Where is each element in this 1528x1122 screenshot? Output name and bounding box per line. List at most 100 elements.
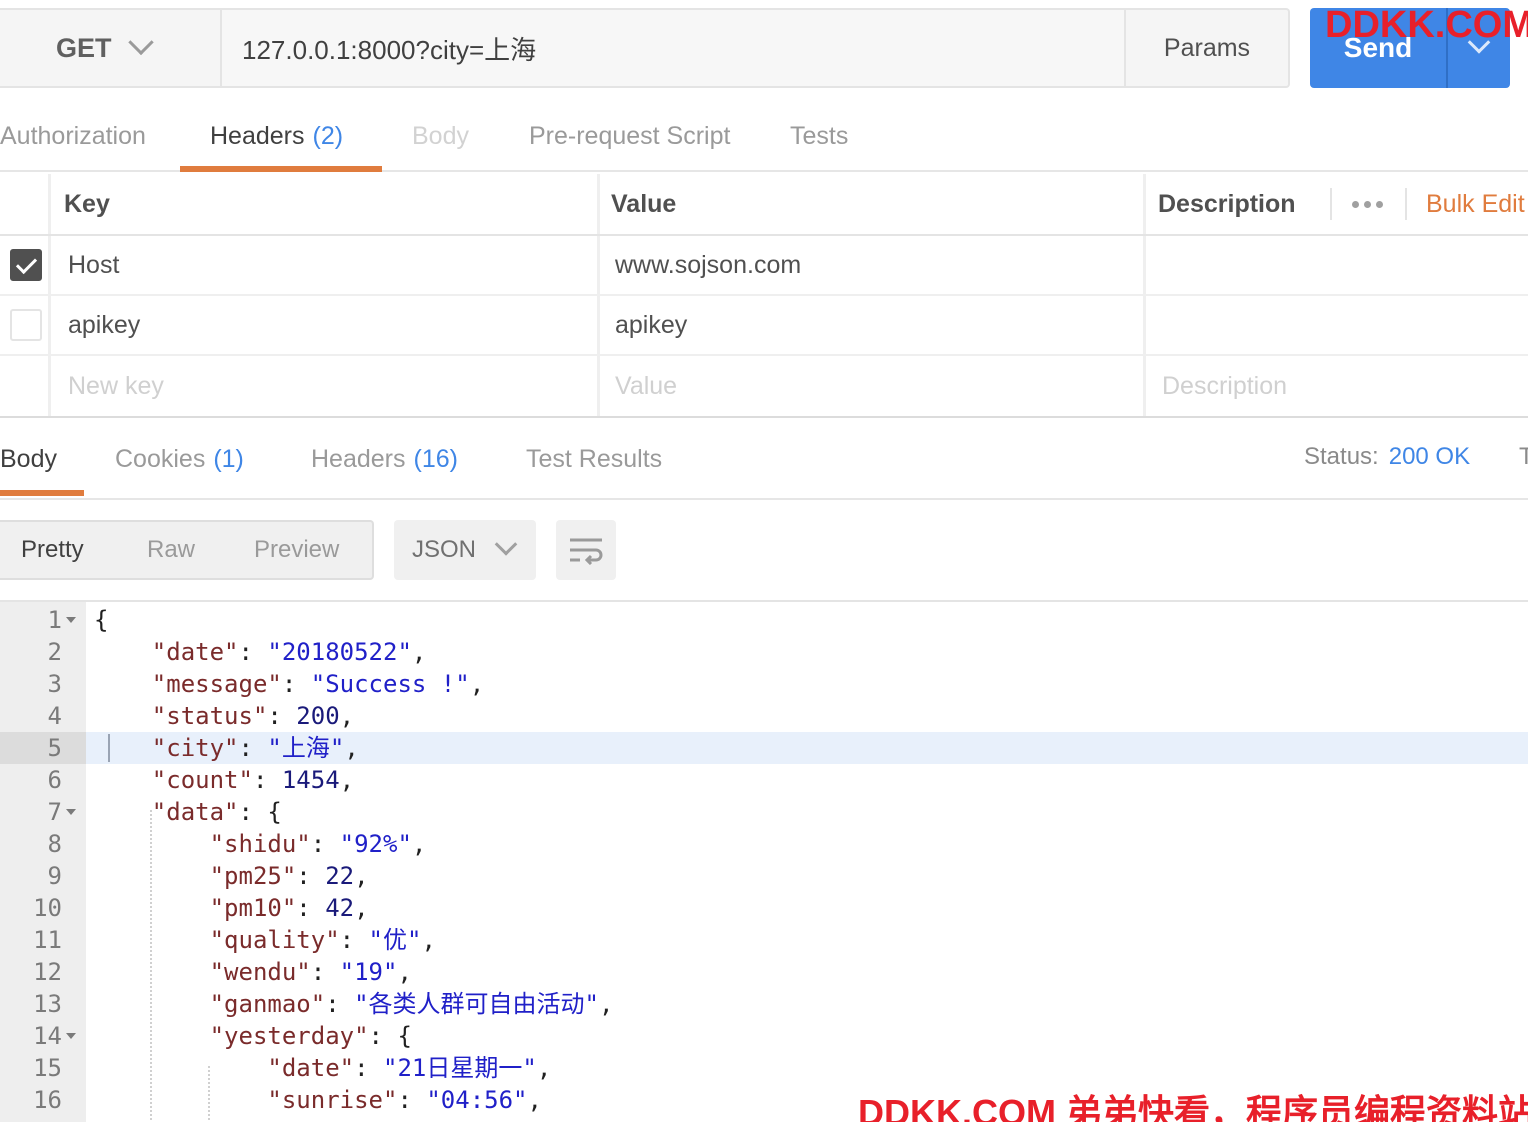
fold-toggle-icon[interactable] bbox=[66, 809, 76, 815]
json-pm25: 22 bbox=[325, 862, 355, 890]
line-number: 1 bbox=[47, 606, 62, 634]
header-key-field[interactable]: Host bbox=[68, 236, 119, 294]
request-tabs: Authorization Headers (2) Body Pre-reque… bbox=[0, 100, 1528, 172]
row-enabled-checkbox[interactable] bbox=[10, 309, 42, 341]
more-options-icon[interactable] bbox=[1352, 174, 1383, 234]
tab-headers-count: (2) bbox=[312, 121, 344, 150]
json-city: 上海 bbox=[281, 734, 330, 762]
line-number: 10 bbox=[33, 894, 62, 922]
row-enabled-checkbox[interactable] bbox=[10, 249, 42, 281]
tab-headers-label: Headers bbox=[210, 121, 305, 150]
tab-authorization[interactable]: Authorization bbox=[0, 100, 146, 172]
json-pm10: 42 bbox=[325, 894, 355, 922]
tab-headers[interactable]: Headers (2) bbox=[210, 100, 343, 172]
wrap-lines-icon bbox=[570, 538, 603, 565]
line-number: 11 bbox=[33, 926, 62, 954]
tab-cookies-count: (1) bbox=[213, 444, 244, 473]
code-line: 6 "count": 1454, bbox=[0, 764, 1528, 796]
new-description-input[interactable]: Description bbox=[1162, 356, 1287, 416]
tab-response-headers-count: (16) bbox=[413, 444, 458, 473]
code-line: 12 "wendu": "19", bbox=[0, 956, 1528, 988]
code-line: 3 "message": "Success !", bbox=[0, 668, 1528, 700]
table-header-row: Key Value Description Bulk Edit bbox=[0, 174, 1528, 236]
line-number: 16 bbox=[33, 1086, 62, 1114]
wrap-lines-button[interactable] bbox=[556, 520, 616, 580]
fold-toggle-icon[interactable] bbox=[66, 1033, 76, 1039]
chevron-down-icon bbox=[494, 533, 518, 556]
json-count: 1454 bbox=[281, 766, 340, 794]
bulk-edit-link[interactable]: Bulk Edit bbox=[1426, 174, 1525, 234]
raw-button[interactable]: Raw bbox=[147, 522, 195, 578]
line-number: 13 bbox=[33, 990, 62, 1018]
json-shidu: 92% bbox=[354, 830, 398, 858]
code-line: 9 "pm25": 22, bbox=[0, 860, 1528, 892]
code-line: 11 "quality": "优", bbox=[0, 924, 1528, 956]
tab-test-results[interactable]: Test Results bbox=[526, 418, 662, 500]
response-status: Status: 200 OK bbox=[1304, 416, 1470, 498]
new-key-input[interactable]: New key bbox=[68, 356, 164, 416]
header-value-field[interactable]: apikey bbox=[615, 296, 687, 354]
response-body-editor[interactable]: 1 { 2 "date": "20180522", 3 "message": "… bbox=[0, 600, 1528, 1122]
value-column-header: Value bbox=[611, 189, 677, 218]
status-label: Status: bbox=[1304, 443, 1379, 470]
active-tab-indicator bbox=[180, 166, 382, 172]
format-select[interactable]: JSON bbox=[394, 520, 536, 580]
description-column-header: Description bbox=[1158, 189, 1296, 218]
format-label: JSON bbox=[412, 536, 477, 563]
line-number: 5 bbox=[47, 734, 62, 762]
code-line: 10 "pm10": 42, bbox=[0, 892, 1528, 924]
line-number: 2 bbox=[47, 638, 62, 666]
line-number: 4 bbox=[47, 702, 62, 730]
code-line: 15 "date": "21日星期一", bbox=[0, 1052, 1528, 1084]
tab-cookies-label: Cookies bbox=[115, 444, 206, 473]
json-wendu: 19 bbox=[354, 958, 384, 986]
params-button[interactable]: Params bbox=[1126, 10, 1288, 86]
status-value[interactable]: 200 OK bbox=[1389, 443, 1470, 471]
fold-toggle-icon[interactable] bbox=[66, 617, 76, 623]
response-tabs: Body Cookies (1) Headers (16) Test Resul… bbox=[0, 416, 1528, 500]
header-value-field[interactable]: www.sojson.com bbox=[615, 236, 801, 294]
tab-cookies[interactable]: Cookies (1) bbox=[115, 418, 244, 500]
new-header-row: New key Value Description bbox=[0, 356, 1528, 416]
key-column-header: Key bbox=[64, 189, 110, 218]
pretty-button[interactable]: Pretty bbox=[21, 522, 84, 578]
line-number: 12 bbox=[33, 958, 62, 986]
chevron-down-icon bbox=[127, 29, 154, 56]
tab-response-body[interactable]: Body bbox=[0, 418, 57, 500]
json-quality: 优 bbox=[383, 926, 407, 954]
json-status: 200 bbox=[296, 702, 340, 730]
code-line: 13 "ganmao": "各类人群可自由活动", bbox=[0, 988, 1528, 1020]
tab-body[interactable]: Body bbox=[412, 100, 469, 172]
request-bar: GET 127.0.0.1:8000?city=上海 Params bbox=[0, 8, 1290, 88]
line-number: 8 bbox=[47, 830, 62, 858]
tab-response-headers[interactable]: Headers (16) bbox=[311, 418, 458, 500]
json-date: 20180522 bbox=[281, 638, 398, 666]
active-tab-indicator bbox=[0, 490, 84, 496]
table-row: apikey apikey bbox=[0, 296, 1528, 356]
watermark-bottom: DDKK.COM 弟弟快看，程序员编程资料站 bbox=[858, 1092, 1528, 1122]
view-mode-group: Pretty Raw Preview bbox=[0, 520, 374, 580]
code-line: 4 "status": 200, bbox=[0, 700, 1528, 732]
json-yesterday-date: 21日星期一 bbox=[397, 1054, 523, 1082]
line-number: 6 bbox=[47, 766, 62, 794]
tab-pre-request-script[interactable]: Pre-request Script bbox=[529, 100, 730, 172]
method-label: GET bbox=[56, 32, 112, 63]
json-message: Success ! bbox=[325, 670, 456, 698]
response-time-truncated: T bbox=[1519, 443, 1528, 470]
line-number: 17 bbox=[0, 1116, 62, 1122]
json-yesterday-sunrise: 04:56 bbox=[440, 1086, 514, 1114]
code-line: 14 "yesterday": { bbox=[0, 1020, 1528, 1052]
tab-tests[interactable]: Tests bbox=[790, 100, 848, 172]
line-number: 3 bbox=[47, 670, 62, 698]
header-key-field[interactable]: apikey bbox=[68, 296, 140, 354]
preview-button[interactable]: Preview bbox=[254, 522, 339, 578]
line-number: 14 bbox=[33, 1022, 62, 1050]
code-line-highlighted: 5 "city": "上海", bbox=[0, 732, 1528, 764]
code-line: 8 "shidu": "92%", bbox=[0, 828, 1528, 860]
line-number: 15 bbox=[33, 1054, 62, 1082]
new-value-input[interactable]: Value bbox=[615, 356, 677, 416]
url-input[interactable]: 127.0.0.1:8000?city=上海 bbox=[222, 10, 1126, 86]
method-dropdown[interactable]: GET bbox=[0, 10, 222, 86]
table-row: Host www.sojson.com bbox=[0, 236, 1528, 296]
code-line: 7 "data": { bbox=[0, 796, 1528, 828]
